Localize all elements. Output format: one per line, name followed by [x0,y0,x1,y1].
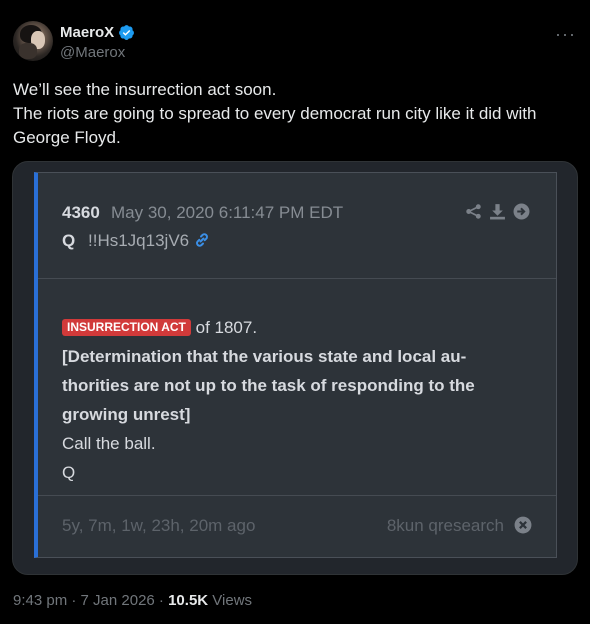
post-number: 4360 [62,203,100,222]
views-label: Views [208,592,253,609]
call-the-ball: Call the ball. [62,434,156,453]
time-ago: 5y, 7m, 1w, 23h, 20m ago [62,516,256,535]
post-actions [465,203,530,220]
download-icon [490,204,505,220]
tweet-line: We’ll see the insurrection act soon. [13,80,277,99]
link-icon [196,233,208,247]
verified-badge-icon [119,25,135,40]
insurrection-act-badge: INSURRECTION ACT [62,319,191,336]
display-name[interactable]: MaeroX [60,24,114,41]
qpost-header: 4360 May 30, 2020 6:11:47 PM EDT Q !!Hs1… [38,173,556,279]
avatar[interactable] [13,21,53,61]
post-date: May 30, 2020 6:11:47 PM EDT [111,203,344,222]
tweet-text: We’ll see the insurrection act soon. The… [13,78,573,150]
qpost-footer: 5y, 7m, 1w, 23h, 20m ago 8kun qresearch [38,495,556,557]
tweet-meta: 9:43 pm · 7 Jan 2026 · 10.5K Views [13,592,252,609]
bold-line: growing unrest] [62,405,191,424]
more-icon[interactable]: ··· [555,24,576,45]
tripcode: !!Hs1Jq13jV6 [88,231,190,250]
source: 8kun qresearch [386,516,504,535]
share-icon [466,204,481,219]
qpost-card: 4360 May 30, 2020 6:11:47 PM EDT Q !!Hs1… [34,172,557,558]
timestamp[interactable]: 9:43 pm · 7 Jan 2026 · [13,592,168,609]
handle[interactable]: @Maerox [60,44,125,61]
badge-suffix: of 1807. [190,318,258,337]
forward-icon [513,203,530,220]
tweet-line: The riots are going to spread to every d… [13,104,537,123]
views-count[interactable]: 10.5K [168,592,208,609]
tweet-line: George Floyd. [13,128,121,147]
media-image[interactable]: 4360 May 30, 2020 6:11:47 PM EDT Q !!Hs1… [12,161,578,575]
close-icon [514,516,532,534]
signature: Q [62,463,76,482]
post-author: Q [62,231,76,250]
bold-line: thorities are not up to the task of resp… [62,376,475,395]
author-name-row[interactable]: MaeroX [60,24,135,41]
avatar-arm [19,43,37,59]
qpost-body: INSURRECTION ACT of 1807. [Determination… [62,313,532,487]
bold-line: [Determination that the various state an… [62,347,467,366]
